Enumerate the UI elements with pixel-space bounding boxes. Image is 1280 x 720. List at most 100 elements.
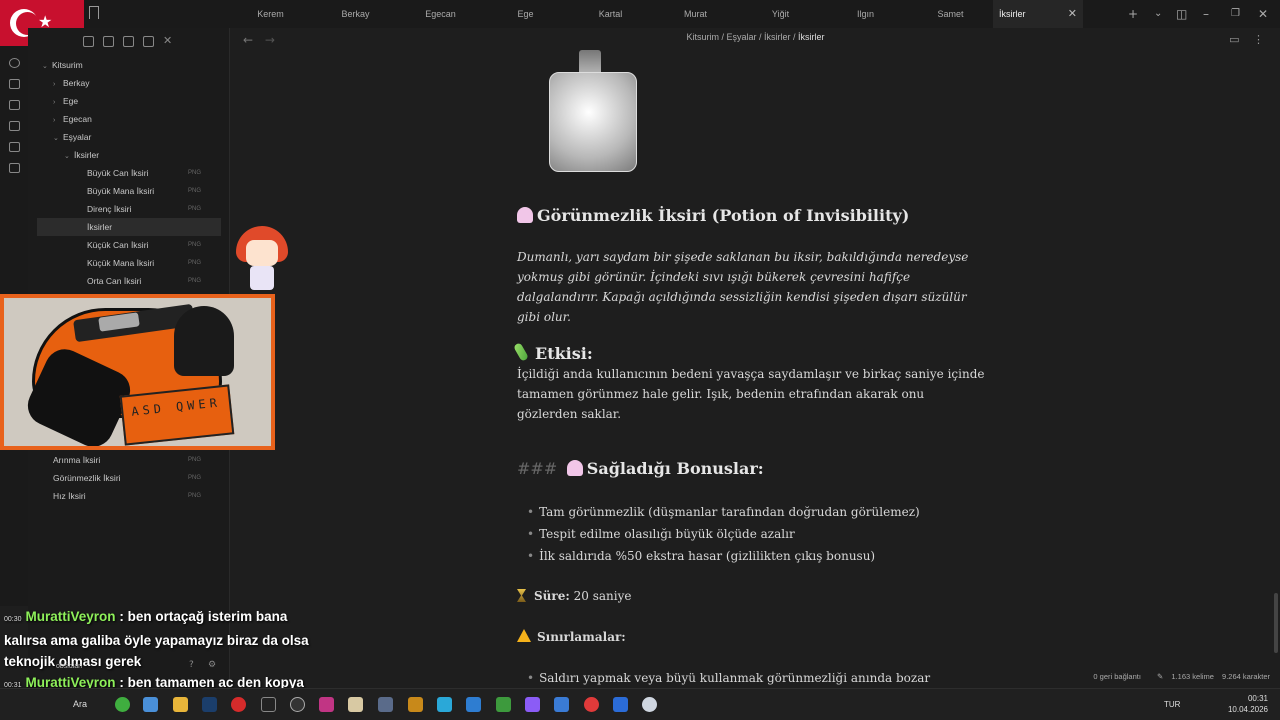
app-icon[interactable] xyxy=(143,697,158,712)
tree-item-buyuk-can[interactable]: Büyük Can İksiri PNG xyxy=(87,164,217,182)
duration-line: Süre: 20 saniye xyxy=(517,589,631,603)
minimize-icon[interactable]: – xyxy=(1203,0,1209,28)
list-item: İlk saldırıda %50 ekstra hasar (gizlilik… xyxy=(527,545,920,567)
obs-icon[interactable] xyxy=(261,697,276,712)
tab-ilgin[interactable]: Ilgın xyxy=(823,0,908,28)
github-icon[interactable] xyxy=(290,697,305,712)
tree-label: Küçük Can İksiri xyxy=(87,240,149,250)
bonus-heading-text: Sağladığı Bonuslar: xyxy=(586,459,764,478)
potion-image xyxy=(541,50,641,174)
tree-label: Büyük Mana İksiri xyxy=(87,186,155,196)
terminal-icon[interactable] xyxy=(9,142,20,152)
chat-time: 00:30 xyxy=(4,616,22,623)
tree-item-egecan[interactable]: › Egecan xyxy=(53,110,92,128)
app-icon[interactable] xyxy=(584,697,599,712)
vault-name[interactable]: obsidian xyxy=(56,663,82,670)
tree-item-hiz[interactable]: Hız İksiri PNG xyxy=(53,487,217,505)
tree-label: Büyük Can İksiri xyxy=(87,168,149,178)
graph-icon[interactable] xyxy=(9,58,20,68)
tree-label: Eşyalar xyxy=(63,132,92,142)
obsidian-icon[interactable] xyxy=(525,697,540,712)
reading-view-icon[interactable]: ▭ xyxy=(1229,33,1239,46)
scrollbar[interactable] xyxy=(1274,593,1278,653)
tab-yigit[interactable]: Yiğit xyxy=(738,0,823,28)
keyboard-illustration: ASD QWER xyxy=(119,384,235,446)
tab-egecan[interactable]: Egecan xyxy=(398,0,483,28)
close-all-icon[interactable]: ✕ xyxy=(163,36,174,47)
canvas-icon[interactable] xyxy=(9,79,20,89)
riot-icon[interactable] xyxy=(408,697,423,712)
steam-icon[interactable] xyxy=(202,697,217,712)
file-explorer-icon[interactable] xyxy=(173,697,188,712)
tree-item-kitsurim[interactable]: ⌄ Kitsurim xyxy=(42,56,83,74)
tab-kerem[interactable]: Kerem xyxy=(228,0,313,28)
sidebar-toggle-icon[interactable]: ◫ xyxy=(1176,0,1187,28)
tree-item-orta-can[interactable]: Orta Can İksiri PNG xyxy=(87,272,217,290)
new-folder-icon[interactable] xyxy=(103,36,114,47)
instagram-icon[interactable] xyxy=(319,697,334,712)
language-indicator[interactable]: TUR xyxy=(1164,700,1180,709)
duration-value: 20 saniye xyxy=(573,589,632,603)
more-options-icon[interactable]: ⋮ xyxy=(1253,33,1264,46)
tree-item-buyuk-mana[interactable]: Büyük Mana İksiri PNG xyxy=(87,182,217,200)
cat-head-black xyxy=(174,306,234,376)
list-item: Tam görünmezlik (düşmanlar tarafından do… xyxy=(527,501,920,523)
close-icon[interactable]: ✕ xyxy=(1068,0,1077,28)
tab-iksirler[interactable]: İksirler ✕ xyxy=(993,0,1083,28)
tab-samet[interactable]: Samet xyxy=(908,0,993,28)
new-note-icon[interactable] xyxy=(83,36,94,47)
tab-berkay[interactable]: Berkay xyxy=(313,0,398,28)
tab-kartal[interactable]: Kartal xyxy=(568,0,653,28)
paint-icon[interactable] xyxy=(348,697,363,712)
tree-item-kucuk-can[interactable]: Küçük Can İksiri PNG xyxy=(87,236,217,254)
tree-label: Hız İksiri xyxy=(53,491,86,501)
app-icon[interactable] xyxy=(613,697,628,712)
tree-item-iksirler-folder[interactable]: ⌄ İksirler xyxy=(64,146,99,164)
app-icon[interactable] xyxy=(437,697,452,712)
edit-icon[interactable]: ✎ xyxy=(1157,672,1163,681)
app-icon[interactable] xyxy=(554,697,569,712)
file-ext-badge: PNG xyxy=(187,475,201,481)
maximize-icon[interactable]: ❐ xyxy=(1231,0,1240,28)
bookmark-icon[interactable] xyxy=(89,6,99,19)
tree-label: Egecan xyxy=(63,114,92,124)
help-icon[interactable]: ? xyxy=(189,660,194,670)
settings-gear-icon[interactable]: ⚙ xyxy=(208,660,216,670)
settings-icon[interactable] xyxy=(642,697,657,712)
calendar-icon[interactable] xyxy=(9,100,20,110)
new-tab-icon[interactable]: + xyxy=(1128,0,1138,28)
tab-ege[interactable]: Ege xyxy=(483,0,568,28)
collapse-icon[interactable] xyxy=(143,36,154,47)
breadcrumb-item[interactable]: İksirler xyxy=(764,32,791,42)
window-close-icon[interactable]: ✕ xyxy=(1258,0,1268,28)
breadcrumb-item[interactable]: Kitsurim xyxy=(686,32,719,42)
clock[interactable]: 00:31 10.04.2026 xyxy=(1228,693,1268,715)
webcam-overlay: ASD QWER xyxy=(0,294,275,450)
templates-icon[interactable] xyxy=(9,163,20,173)
taskbar-search[interactable]: Ara xyxy=(73,699,87,709)
chevron-down-icon[interactable]: ⌄ xyxy=(1154,0,1162,28)
effect-paragraph: İçildiği anda kullanıcının bedeni yavaşç… xyxy=(517,367,985,421)
sort-icon[interactable] xyxy=(123,36,134,47)
tree-item-berkay[interactable]: › Berkay xyxy=(53,74,89,92)
breadcrumb-item[interactable]: Eşyalar xyxy=(726,32,756,42)
tree-item-gorunmezlik[interactable]: Görünmezlik İksiri PNG xyxy=(53,469,217,487)
opera-icon[interactable] xyxy=(231,697,246,712)
tree-item-ege[interactable]: › Ege xyxy=(53,92,78,110)
app-icon[interactable] xyxy=(466,697,481,712)
backlinks-count[interactable]: 0 geri bağlantı xyxy=(1093,672,1141,681)
pages-icon[interactable] xyxy=(9,121,20,131)
file-ext-badge: PNG xyxy=(187,242,201,248)
intro-paragraph: Dumanlı, yarı saydam bir şişede saklanan… xyxy=(517,250,969,324)
tree-item-esyalar[interactable]: ⌄ Eşyalar xyxy=(53,128,91,146)
tree-item-arinma[interactable]: Arınma İksiri PNG xyxy=(53,451,217,469)
tree-item-kucuk-mana[interactable]: Küçük Mana İksiri PNG xyxy=(87,254,217,272)
minecraft-icon[interactable] xyxy=(496,697,511,712)
tree-label: Orta Can İksiri xyxy=(87,276,142,286)
view-icons: ▭ ⋮ xyxy=(1229,33,1264,46)
tree-item-iksirler-note[interactable]: İksirler xyxy=(37,218,221,236)
tree-item-direnc[interactable]: Direnç İksiri PNG xyxy=(87,200,217,218)
tab-murat[interactable]: Murat xyxy=(653,0,738,28)
app-icon[interactable] xyxy=(378,697,393,712)
xbox-app-icon[interactable] xyxy=(115,697,130,712)
